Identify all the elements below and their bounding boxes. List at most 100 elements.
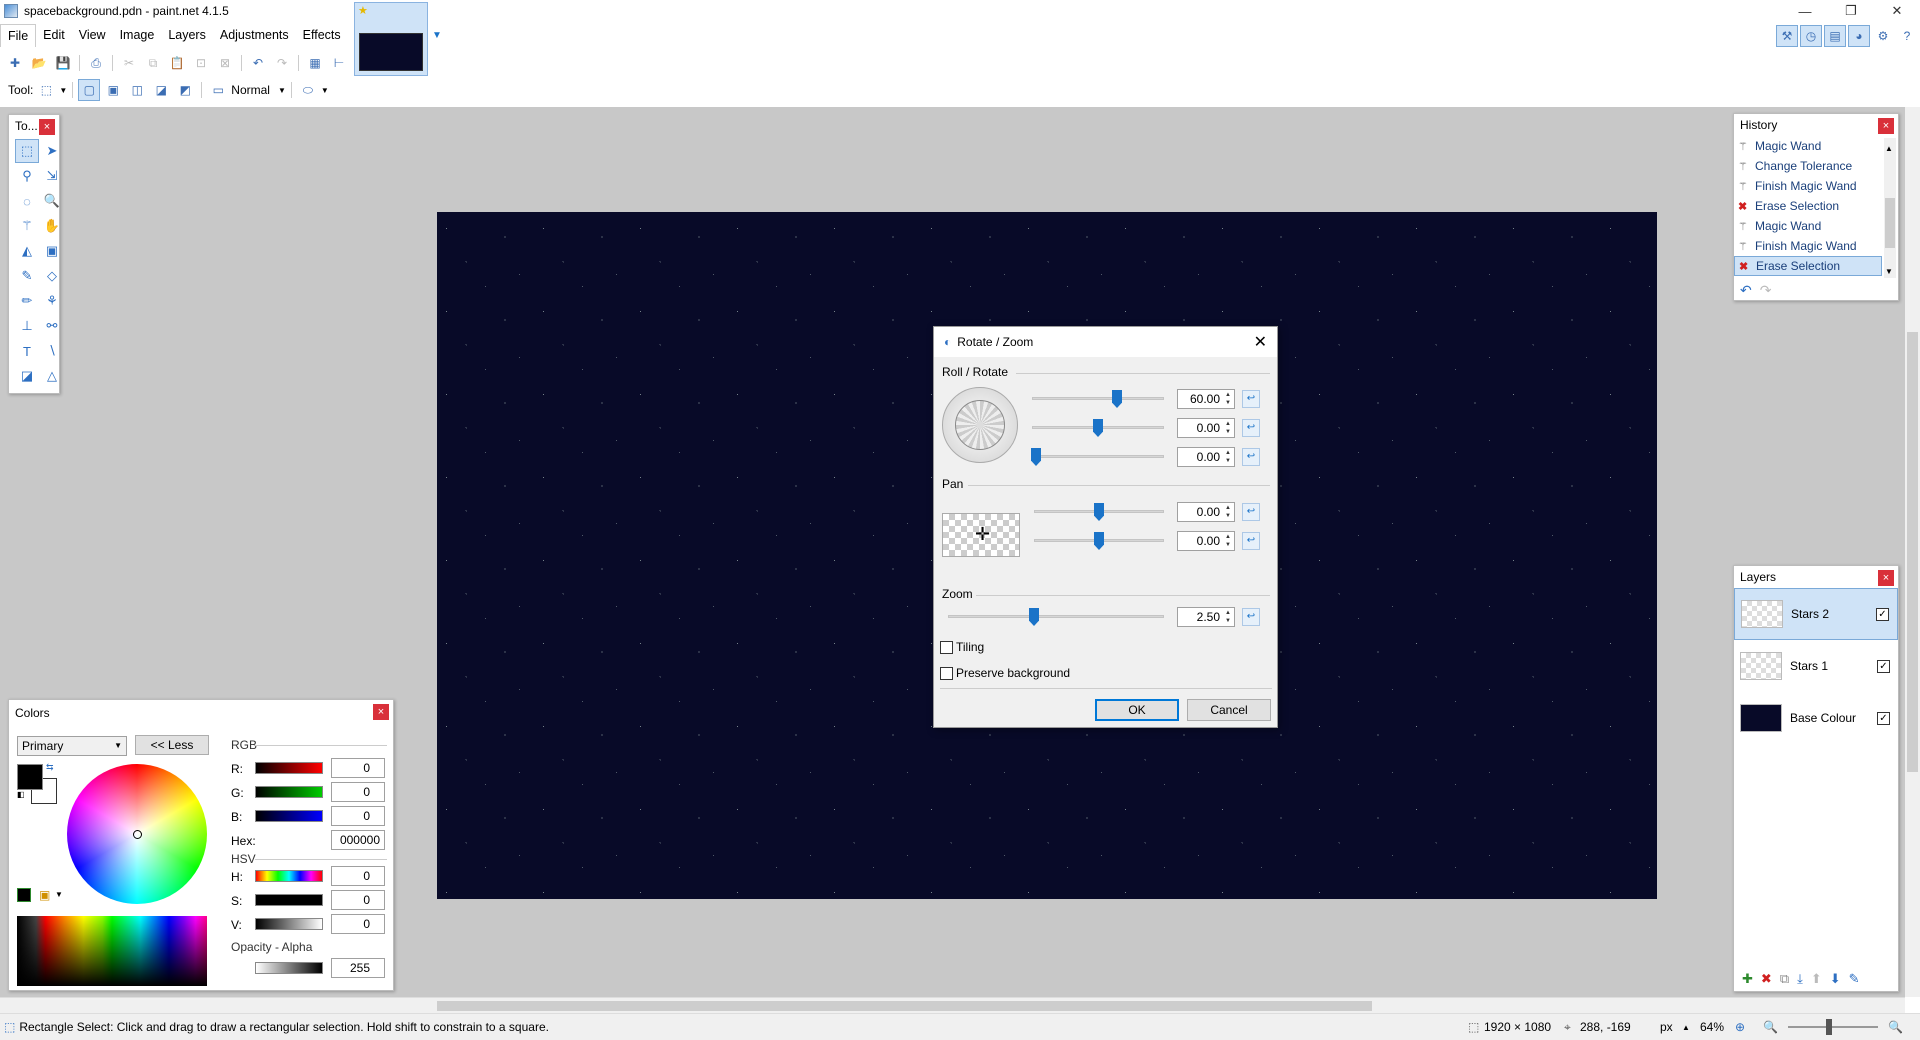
history-item[interactable]: ✖ Erase Selection [1734,196,1882,216]
roll-slider-1-thumb[interactable] [1112,390,1122,408]
shapes-icon[interactable]: ◪ [15,364,39,388]
invert-selection-mode-icon[interactable]: ◩ [174,79,196,101]
reset-colors-icon[interactable]: ◧ [17,790,25,799]
colors-toggle-icon[interactable]: ◕ [1848,25,1870,47]
spinner-icon[interactable]: ▲ ▼ [1223,391,1233,407]
pan-x-input[interactable]: 0.00 ▲ ▼ [1177,502,1235,522]
s-input[interactable]: 0 [331,890,385,910]
h-slider[interactable] [255,870,323,882]
union-selection-mode-icon[interactable]: ▣ [102,79,124,101]
zoom-to-window-icon[interactable]: ⊕ [1735,1020,1745,1034]
roll-slider-1[interactable] [1032,397,1164,400]
spinner-icon[interactable]: ▲ ▼ [1223,504,1233,520]
menu-image[interactable]: Image [113,24,162,46]
b-slider[interactable] [255,810,323,822]
reset-zoom-button[interactable]: ↩ [1242,608,1260,626]
reset-pan-y-button[interactable]: ↩ [1242,532,1260,550]
pan-x-slider-thumb[interactable] [1094,503,1104,521]
zoom-input[interactable]: 2.50 ▲ ▼ [1177,607,1235,627]
zoom-out-icon[interactable]: 🔍 [1763,1020,1778,1034]
zoom-icon[interactable]: 🔍 [40,189,64,213]
add-layer-icon[interactable]: ✚ [1742,971,1753,987]
blend-mode-select[interactable]: Normal [231,83,270,97]
print-icon[interactable]: ⎙ [85,52,107,74]
delete-layer-icon[interactable]: ✖ [1761,971,1772,987]
grid-icon[interactable]: ▦ [304,52,326,74]
g-input[interactable]: 0 [331,782,385,802]
layer-row[interactable]: Base Colour ✓ [1734,692,1898,744]
ellipse-select-icon[interactable]: ◌ [15,189,39,213]
zoom-slider-thumb[interactable] [1029,608,1039,626]
vertical-scrollbar[interactable] [1905,107,1920,997]
menu-edit[interactable]: Edit [36,24,72,46]
hex-input[interactable]: 000000 [331,830,385,850]
paintbrush-icon[interactable]: ✎ [15,264,39,288]
tools-panel-close-button[interactable]: × [39,119,55,135]
color-wheel[interactable] [67,764,207,904]
eraser-icon[interactable]: ◇ [40,264,64,288]
exclude-selection-mode-icon[interactable]: ◫ [126,79,148,101]
v-slider[interactable] [255,918,323,930]
preserve-background-checkbox[interactable]: Preserve background [940,666,1070,680]
reset-roll-tilt-button[interactable]: ↩ [1242,419,1260,437]
history-item[interactable]: ⚚ Magic Wand [1734,216,1882,236]
s-slider[interactable] [255,894,323,906]
merge-layer-down-icon[interactable]: ⤓ [1797,971,1803,987]
undo-icon[interactable]: ↶ [247,52,269,74]
pan-icon[interactable]: ✋ [40,214,64,238]
paste-icon[interactable]: 📋 [166,52,188,74]
duplicate-layer-icon[interactable]: ⧉ [1780,971,1789,987]
minimize-button[interactable]: — [1782,0,1828,22]
layer-visibility-checkbox[interactable]: ✓ [1877,659,1890,673]
lasso-select-icon[interactable]: ⚲ [15,164,39,188]
history-item[interactable]: ⚚ Magic Wand [1734,136,1882,156]
zoom-level[interactable]: 64% [1700,1020,1724,1034]
spinner-icon[interactable]: ▲ ▼ [1223,533,1233,549]
roll-slider-3-thumb[interactable] [1031,448,1041,466]
roll-rotate-input[interactable]: 0.00 ▲ ▼ [1177,447,1235,467]
add-to-palette-icon[interactable] [17,888,31,902]
image-tab-thumbnail[interactable]: ★ [354,2,428,76]
reset-pan-x-button[interactable]: ↩ [1242,503,1260,521]
colors-panel-close-button[interactable]: × [373,704,389,720]
move-selected-icon[interactable]: ➤ [40,139,64,163]
spinner-icon[interactable]: ▲ ▼ [1223,420,1233,436]
rotation-globe-control[interactable] [942,387,1018,463]
shapes-extra-icon[interactable]: △ [40,364,64,388]
menu-layers[interactable]: Layers [161,24,213,46]
alpha-input[interactable]: 255 [331,958,385,978]
zoom-in-icon[interactable]: 🔍 [1888,1020,1903,1034]
r-input[interactable]: 0 [331,758,385,778]
menu-adjustments[interactable]: Adjustments [213,24,296,46]
h-input[interactable]: 0 [331,866,385,886]
layer-properties-icon[interactable]: ✎ [1849,971,1860,987]
history-panel-close-button[interactable]: × [1878,118,1894,134]
antialiasing-dropdown-icon[interactable]: ▼ [321,86,329,95]
color-picker-icon[interactable]: ⚘ [40,289,64,313]
history-scrollbar[interactable]: ▲ ▼ [1884,138,1896,278]
history-toggle-icon[interactable]: ◷ [1800,25,1822,47]
image-list-dropdown-icon[interactable]: ▼ [432,30,442,41]
primary-color-swatch[interactable] [17,764,43,790]
replace-selection-mode-icon[interactable]: ▢ [78,79,101,101]
swap-colors-icon[interactable]: ⇆ [46,762,54,773]
palette-dropdown-icon[interactable]: ▼ [55,890,63,899]
tiling-checkbox-box[interactable] [940,640,953,654]
open-file-icon[interactable]: 📂 [28,52,50,74]
history-item-selected[interactable]: ✖ Erase Selection [1734,256,1882,276]
menu-file[interactable]: File [0,23,37,47]
roll-slider-2-thumb[interactable] [1093,419,1103,437]
layer-row[interactable]: Stars 1 ✓ [1734,640,1898,692]
menu-view[interactable]: View [72,24,113,46]
antialiasing-icon[interactable]: ⬭ [297,79,319,101]
history-item[interactable]: ⚚ Finish Magic Wand [1734,176,1882,196]
move-layer-up-icon[interactable]: ⬆ [1811,971,1822,987]
b-input[interactable]: 0 [331,806,385,826]
pan-y-slider-thumb[interactable] [1094,532,1104,550]
spinner-icon[interactable]: ▲ ▼ [1223,449,1233,465]
ok-button[interactable]: OK [1095,699,1179,721]
layer-visibility-checkbox[interactable]: ✓ [1877,711,1890,725]
pencil-icon[interactable]: ✏ [15,289,39,313]
settings-icon[interactable]: ⚙ [1872,25,1894,47]
new-file-icon[interactable]: ✚ [4,52,26,74]
